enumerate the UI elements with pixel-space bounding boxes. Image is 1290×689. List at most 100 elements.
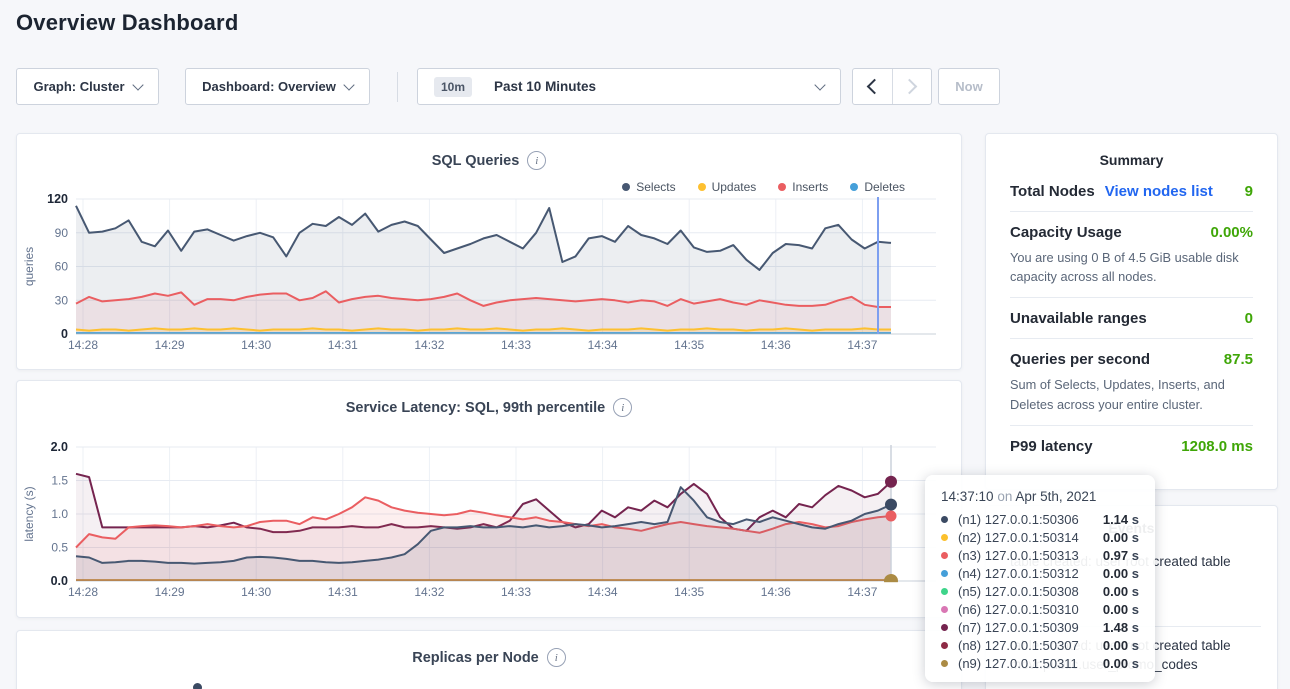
- node-latency-value: 1.14: [1103, 512, 1128, 527]
- chevron-down-icon: [814, 79, 825, 90]
- node-color-dot: [941, 552, 948, 559]
- y-axis-tick: 0.5: [51, 541, 68, 555]
- view-nodes-link[interactable]: View nodes list: [1105, 183, 1213, 200]
- summary-row: P99 latency 1208.0 ms: [1010, 426, 1253, 466]
- chart-title-text: Service Latency: SQL, 99th percentile: [346, 400, 606, 416]
- y-axis-tick: 0: [61, 327, 68, 341]
- chevron-left-icon: [866, 79, 882, 95]
- summary-row: Capacity Usage0.00%You are using 0 B of …: [1010, 212, 1253, 298]
- y-axis-tick: 120: [47, 192, 68, 206]
- range-label: Past 10 Minutes: [494, 79, 596, 94]
- node-color-dot: [941, 534, 948, 541]
- summary-label: Unavailable ranges: [1010, 310, 1147, 327]
- tooltip-row: (n5) 127.0.0.1:503080.00 s: [941, 582, 1139, 600]
- x-axis-tick: 14:28: [68, 338, 98, 352]
- info-icon[interactable]: i: [547, 648, 566, 667]
- service-latency-card: Service Latency: SQL, 99th percentile i …: [16, 380, 962, 618]
- next-range-button[interactable]: [892, 69, 932, 104]
- y-axis-unit-label: latency (s): [22, 486, 36, 541]
- time-range-selector[interactable]: 10m Past 10 Minutes: [417, 68, 841, 105]
- node-color-dot: [941, 588, 948, 595]
- summary-row: Queries per second87.5Sum of Selects, Up…: [1010, 339, 1253, 425]
- y-axis-tick: 1.0: [51, 507, 68, 521]
- node-color-dot: [941, 606, 948, 613]
- summary-value: 87.5: [1224, 351, 1253, 368]
- tooltip-timestamp: 14:37:10 on Apr 5th, 2021: [941, 489, 1139, 504]
- node-address: (n3) 127.0.0.1:50313: [958, 548, 1103, 563]
- info-icon[interactable]: i: [613, 398, 632, 417]
- sql-queries-card: SQL Queries i SelectsUpdatesInsertsDelet…: [16, 133, 962, 370]
- tooltip-row: (n9) 127.0.0.1:503110.00 s: [941, 654, 1139, 672]
- chevron-down-icon: [132, 79, 143, 90]
- graph-dropdown[interactable]: Graph: Cluster: [16, 68, 159, 105]
- summary-panel: Summary Total NodesView nodes list9Capac…: [985, 133, 1278, 490]
- x-axis-tick: 14:36: [761, 585, 791, 599]
- now-button[interactable]: Now: [938, 68, 1000, 105]
- node-latency-value: 0.00: [1103, 602, 1128, 617]
- summary-value: 1208.0 ms: [1181, 438, 1253, 455]
- summary-row: Total NodesView nodes list9: [1010, 168, 1253, 212]
- y-axis-unit-label: queries: [22, 247, 36, 286]
- hover-dot: [886, 511, 897, 522]
- x-axis-tick: 14:37: [847, 585, 877, 599]
- node-latency-value: 0.00: [1103, 638, 1128, 653]
- x-axis-tick: 14:33: [501, 338, 531, 352]
- y-axis-tick: 1.5: [51, 474, 68, 488]
- summary-row-header: Total NodesView nodes list9: [1010, 183, 1253, 200]
- node-color-dot: [941, 624, 948, 631]
- tooltip-row: (n4) 127.0.0.1:503120.00 s: [941, 564, 1139, 582]
- node-latency-value: 1.48: [1103, 620, 1128, 635]
- node-latency-unit: s: [1128, 656, 1139, 671]
- baseline-mask: [878, 582, 904, 591]
- summary-row-header: P99 latency 1208.0 ms: [1010, 438, 1253, 455]
- y-axis-tick: 60: [55, 260, 69, 274]
- tooltip-row: (n2) 127.0.0.1:503140.00 s: [941, 528, 1139, 546]
- summary-rows: Total NodesView nodes list9Capacity Usag…: [1010, 168, 1253, 466]
- dashboard-dropdown[interactable]: Dashboard: Overview: [185, 68, 370, 105]
- replicas-title: Replicas per Node i: [17, 648, 961, 667]
- node-address: (n4) 127.0.0.1:50312: [958, 566, 1103, 581]
- x-axis-tick: 14:35: [674, 338, 704, 352]
- node-address: (n5) 127.0.0.1:50308: [958, 584, 1103, 599]
- tooltip-row: (n1) 127.0.0.1:503061.14 s: [941, 510, 1139, 528]
- x-axis-tick: 14:32: [414, 585, 444, 599]
- summary-subtext: You are using 0 B of 4.5 GiB usable disk…: [1010, 248, 1253, 286]
- chevron-right-icon: [902, 79, 918, 95]
- node-address: (n2) 127.0.0.1:50314: [958, 530, 1103, 545]
- node-color-dot: [941, 642, 948, 649]
- info-icon[interactable]: i: [527, 151, 546, 170]
- x-axis-tick: 14:32: [414, 338, 444, 352]
- node-latency-unit: s: [1128, 620, 1139, 635]
- summary-label: Queries per second: [1010, 351, 1150, 368]
- x-axis-tick: 14:36: [761, 338, 791, 352]
- node-latency-value: 0.97: [1103, 548, 1128, 563]
- x-axis-tick: 14:34: [588, 338, 618, 352]
- page-title: Overview Dashboard: [16, 10, 238, 36]
- x-axis-tick: 14:37: [847, 338, 877, 352]
- prev-range-button[interactable]: [853, 69, 892, 104]
- tooltip-row: (n3) 127.0.0.1:503130.97 s: [941, 546, 1139, 564]
- summary-label: P99 latency: [1010, 438, 1093, 455]
- sql-queries-title: SQL Queries i: [17, 151, 961, 170]
- tooltip-row: (n6) 127.0.0.1:503100.00 s: [941, 600, 1139, 618]
- x-axis-tick: 14:29: [155, 338, 185, 352]
- node-color-dot: [941, 660, 948, 667]
- x-axis-tick: 14:33: [501, 585, 531, 599]
- x-axis-tick: 14:30: [241, 585, 271, 599]
- node-latency-unit: s: [1128, 638, 1139, 653]
- node-address: (n6) 127.0.0.1:50310: [958, 602, 1103, 617]
- service-latency-title: Service Latency: SQL, 99th percentile i: [17, 398, 961, 417]
- x-axis-tick: 14:29: [155, 585, 185, 599]
- service-latency-chart[interactable]: 14:2814:2914:3014:3114:3214:3314:3414:35…: [21, 439, 951, 605]
- x-axis-tick: 14:35: [674, 585, 704, 599]
- x-axis-tick: 14:34: [588, 585, 618, 599]
- summary-label: Total Nodes: [1010, 183, 1095, 200]
- replicas-per-node-card: Replicas per Node i: [16, 630, 962, 689]
- graph-dropdown-label: Graph: Cluster: [33, 79, 124, 94]
- hover-dot: [885, 476, 897, 488]
- sql-queries-chart[interactable]: 14:2814:2914:3014:3114:3214:3314:3414:35…: [21, 191, 951, 359]
- summary-label: Capacity Usage: [1010, 224, 1122, 241]
- node-latency-value: 0.00: [1103, 530, 1128, 545]
- node-color-dot: [941, 516, 948, 523]
- tooltip-row: (n8) 127.0.0.1:503070.00 s: [941, 636, 1139, 654]
